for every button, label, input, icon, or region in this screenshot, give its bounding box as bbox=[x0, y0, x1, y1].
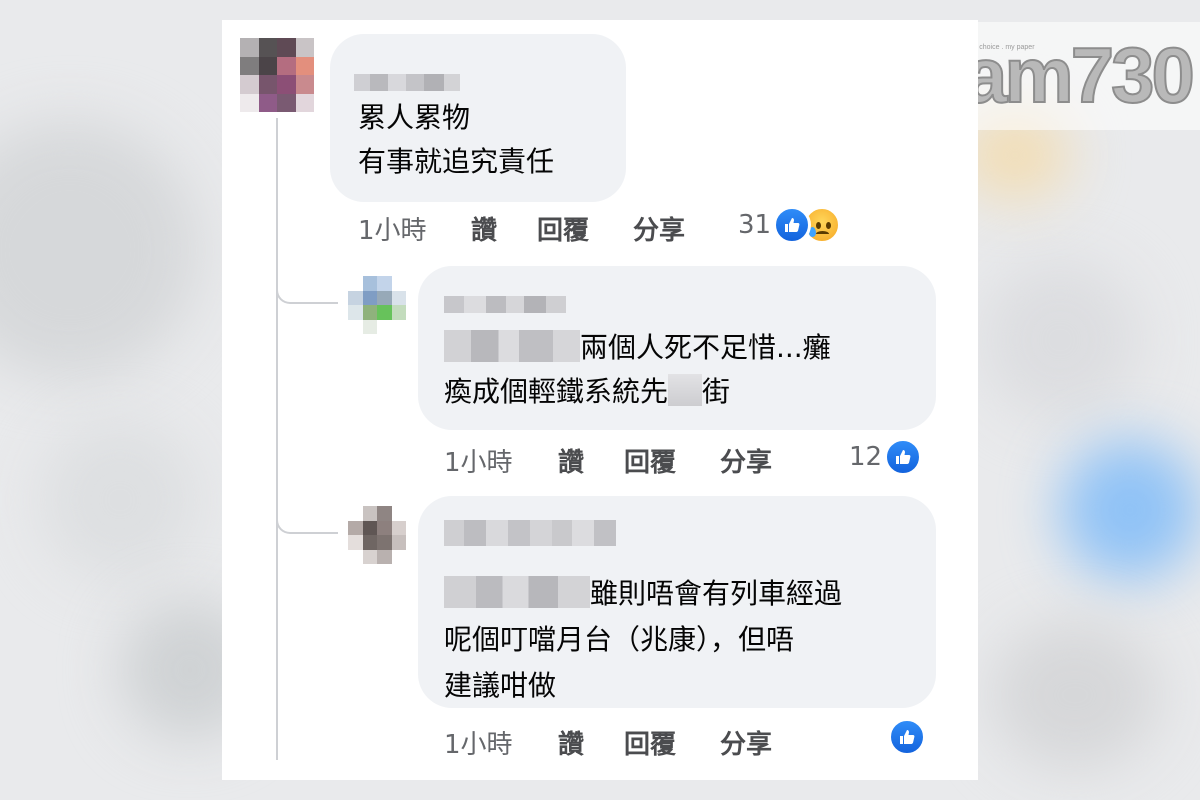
commenter-name-redacted[interactable] bbox=[444, 520, 616, 546]
reaction-count: 31 bbox=[738, 210, 772, 240]
comment-text-visible: 街 bbox=[702, 375, 731, 408]
logo-wordmark: am730 bbox=[963, 31, 1196, 119]
thread-branch bbox=[276, 490, 338, 534]
comment-text-line-3: 建議咁做 bbox=[444, 669, 557, 702]
reply-link[interactable]: 回覆 bbox=[624, 442, 720, 479]
comment-text-visible: 雖則唔會有列車經過 bbox=[590, 577, 843, 610]
comment-actions: 1小時 讚 回覆 分享 bbox=[358, 210, 685, 247]
comment-text-line-1: 累人累物 bbox=[358, 101, 471, 134]
comment-text-line-2: 有事就追究責任 bbox=[358, 145, 555, 178]
share-link[interactable]: 分享 bbox=[720, 442, 772, 479]
comment-bubble: 兩個人死不足惜...癱 瘓成個輕鐵系統先街 bbox=[418, 266, 936, 430]
comment-actions: 1小時 讚 回覆 分享 bbox=[444, 724, 772, 761]
comment-bubble: 雖則唔會有列車經過 呢個叮噹月台（兆康），但唔 建議咁做 bbox=[418, 496, 936, 708]
reaction-summary[interactable]: 12 bbox=[849, 438, 923, 476]
reply-link[interactable]: 回覆 bbox=[537, 210, 633, 247]
like-link[interactable]: 讚 bbox=[558, 724, 624, 761]
avatar[interactable] bbox=[240, 38, 314, 112]
commenter-name-redacted[interactable] bbox=[354, 74, 460, 91]
like-link[interactable]: 讚 bbox=[558, 442, 624, 479]
comment-text-line-2: 呢個叮噹月台（兆康），但唔 bbox=[444, 623, 795, 656]
comment-bubble: 累人累物 有事就追究責任 bbox=[330, 34, 626, 202]
thread-branch bbox=[276, 260, 338, 304]
comment-text-line-2: 瘓成個輕鐵系統先街 bbox=[444, 370, 730, 414]
reaction-summary[interactable] bbox=[888, 718, 926, 756]
reaction-count: 12 bbox=[849, 442, 883, 472]
share-link[interactable]: 分享 bbox=[633, 210, 685, 247]
reply-link[interactable]: 回覆 bbox=[624, 724, 720, 761]
like-link[interactable]: 讚 bbox=[471, 210, 537, 247]
like-icon bbox=[888, 718, 926, 756]
comment-text-line-1: 雖則唔會有列車經過 bbox=[444, 572, 842, 616]
share-link[interactable]: 分享 bbox=[720, 724, 772, 761]
avatar[interactable] bbox=[348, 506, 406, 564]
like-icon bbox=[773, 206, 812, 244]
redacted-text bbox=[444, 330, 580, 362]
comment-timestamp[interactable]: 1小時 bbox=[444, 724, 558, 761]
comment-thread-card: 累人累物 有事就追究責任 1小時 讚 回覆 分享 31 兩個人死不足惜...癱 bbox=[222, 20, 978, 780]
redacted-text bbox=[668, 374, 703, 406]
avatar[interactable] bbox=[348, 276, 406, 334]
comment-text-line-1: 兩個人死不足惜...癱 bbox=[444, 326, 831, 370]
comment-timestamp[interactable]: 1小時 bbox=[444, 442, 558, 479]
reaction-summary[interactable]: 31 bbox=[738, 206, 842, 244]
comment-text-visible: 瘓成個輕鐵系統先 bbox=[444, 375, 669, 408]
like-icon bbox=[884, 438, 923, 476]
commenter-name-redacted[interactable] bbox=[444, 296, 566, 313]
redacted-text bbox=[444, 576, 590, 608]
thread-line bbox=[276, 118, 278, 760]
comment-actions: 1小時 讚 回覆 分享 bbox=[444, 442, 772, 479]
comment-timestamp[interactable]: 1小時 bbox=[358, 210, 471, 247]
comment-text-visible: 兩個人死不足惜...癱 bbox=[580, 331, 831, 364]
